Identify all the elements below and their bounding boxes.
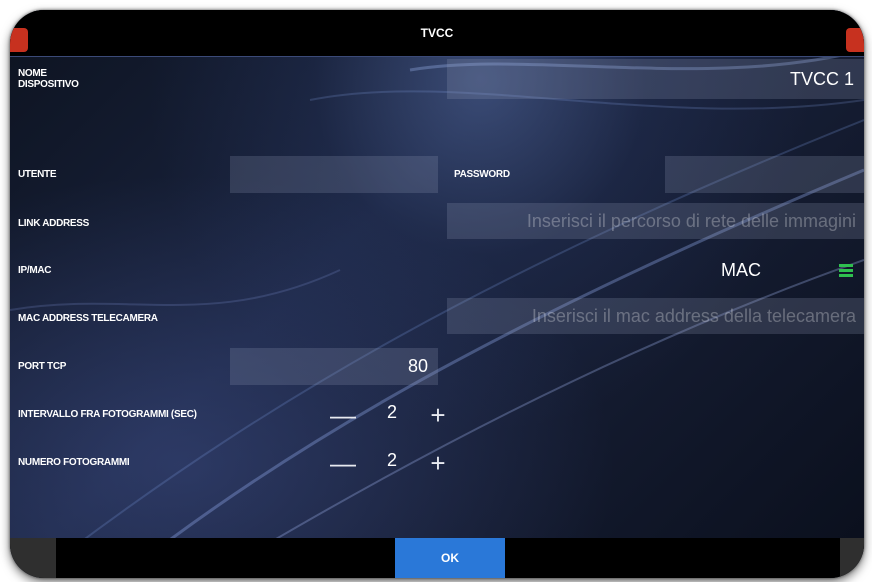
title-divider xyxy=(10,56,864,57)
frame-interval-plus-button[interactable]: + xyxy=(426,402,450,428)
frame-interval-value: 2 xyxy=(387,402,398,422)
frame-count-label: NUMERO FOTOGRAMMI xyxy=(18,457,130,468)
frame-interval-minus-button[interactable]: — xyxy=(330,402,356,428)
dialog-frame: TVCC NOME DISPOSITIVO TVCC 1 UTENTE PASS… xyxy=(10,10,864,578)
ok-button[interactable]: OK xyxy=(395,538,505,578)
password-field[interactable] xyxy=(665,156,864,193)
mac-address-label: MAC ADDRESS TELECAMERA xyxy=(18,313,158,324)
frame-count-minus-button[interactable]: — xyxy=(330,450,356,476)
hamburger-menu-icon[interactable] xyxy=(839,264,853,279)
dialog-title: TVCC xyxy=(420,26,454,40)
link-address-input[interactable]: Inserisci il percorso di rete delle imma… xyxy=(447,203,864,239)
frame-count-value: 2 xyxy=(387,450,398,470)
port-tcp-field[interactable]: 80 xyxy=(230,348,438,385)
ip-mac-label: IP/MAC xyxy=(18,265,52,276)
user-label: UTENTE xyxy=(18,169,57,180)
bottom-left-button[interactable] xyxy=(10,538,56,578)
ip-mac-value[interactable]: MAC xyxy=(721,260,761,281)
user-field[interactable] xyxy=(230,156,438,193)
bottom-right-button[interactable] xyxy=(840,538,864,578)
frame-interval-label: INTERVALLO FRA FOTOGRAMMI (SEC) xyxy=(18,409,197,420)
frame-count-plus-button[interactable]: + xyxy=(426,450,450,476)
device-name-value: TVCC 1 xyxy=(789,69,854,89)
port-tcp-label: PORT TCP xyxy=(18,361,67,372)
mac-address-input[interactable]: Inserisci il mac address della telecamer… xyxy=(447,298,864,334)
port-tcp-value: 80 xyxy=(407,356,428,376)
password-label: PASSWORD xyxy=(454,169,510,180)
link-address-label: LINK ADDRESS xyxy=(18,218,90,229)
device-name-field[interactable]: TVCC 1 xyxy=(447,59,864,99)
device-name-label: NOME DISPOSITIVO xyxy=(18,68,79,90)
